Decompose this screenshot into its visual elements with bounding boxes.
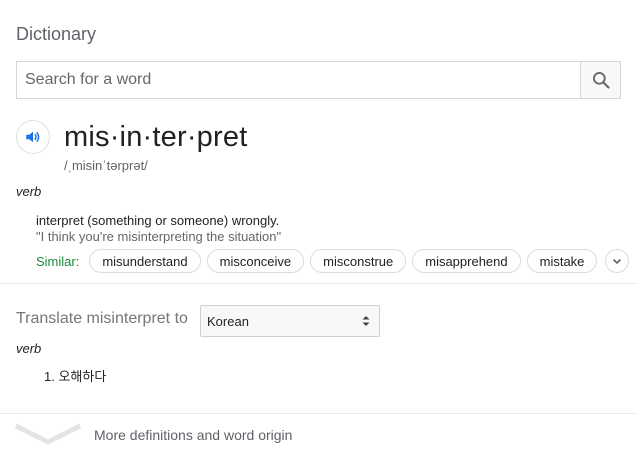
search-button[interactable]	[580, 62, 620, 98]
similar-chip[interactable]: misapprehend	[412, 249, 521, 273]
similar-label: Similar:	[36, 253, 80, 269]
definition-text: interpret (something or someone) wrongly…	[36, 213, 280, 228]
similar-chip[interactable]: mistake	[526, 249, 598, 273]
chevron-down-icon	[613, 258, 622, 265]
select-arrows-icon	[359, 314, 373, 328]
similar-chip[interactable]: misconstrue	[310, 249, 407, 273]
phonetic-spelling: /ˌmisinˈtərprət/	[64, 158, 148, 173]
more-definitions-label: More definitions and word origin	[94, 427, 293, 443]
similar-words: Similar: misunderstand misconceive misco…	[36, 249, 630, 273]
section-divider	[0, 283, 638, 284]
card-title: Dictionary	[16, 24, 97, 44]
expand-similar-button[interactable]	[605, 249, 630, 273]
search-box	[16, 61, 621, 99]
search-icon	[592, 72, 610, 89]
translation-part-of-speech: verb	[16, 341, 42, 356]
headword: mis·in·ter·pret	[64, 121, 248, 153]
speaker-icon	[26, 131, 40, 143]
language-select-value: Korean	[207, 313, 249, 329]
translation-item: 1. 오해하다	[44, 369, 107, 384]
similar-chip[interactable]: misconceive	[206, 249, 305, 273]
part-of-speech: verb	[16, 184, 42, 199]
more-definitions-link[interactable]: More definitions and word origin	[0, 414, 638, 454]
translate-label: Translate misinterpret to	[16, 310, 188, 327]
example-sentence: "I think you're misinterpreting the situ…	[36, 229, 282, 244]
search-input[interactable]	[17, 62, 580, 98]
pronunciation-button[interactable]	[16, 120, 50, 154]
language-select[interactable]: Korean	[200, 305, 380, 337]
similar-chip[interactable]: misunderstand	[89, 249, 201, 273]
chevron-down-icon	[14, 423, 82, 445]
